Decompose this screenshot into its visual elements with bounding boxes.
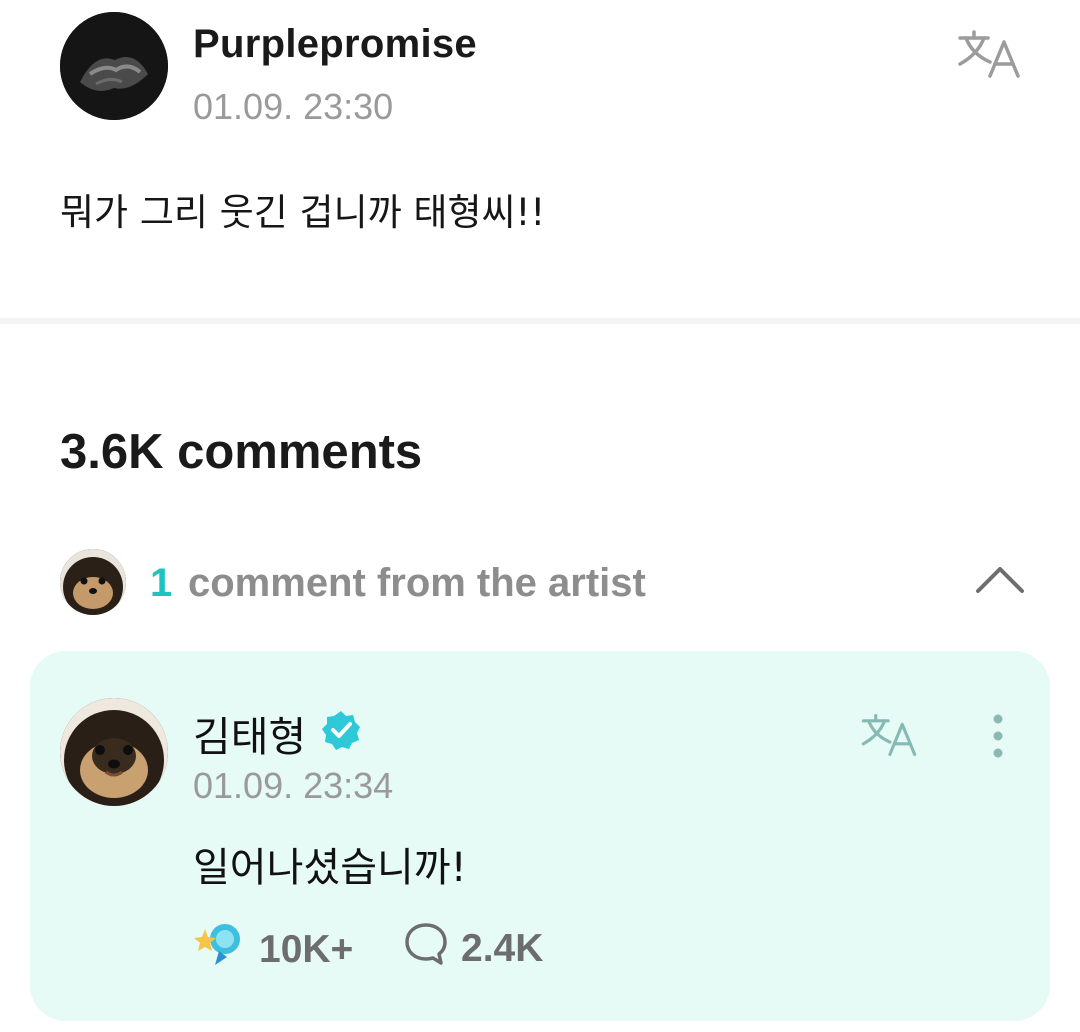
- like-button[interactable]: 10K+: [193, 921, 353, 979]
- artist-comment-card: 김태형 01.09. 23:34 일어나셨습니까! 10K+ 2.4K: [30, 651, 1050, 1021]
- reply-count: 2.4K: [461, 927, 544, 970]
- translate-icon[interactable]: [950, 24, 1028, 84]
- post-author-name[interactable]: Purplepromise: [193, 22, 477, 67]
- verified-badge-icon: [320, 709, 362, 751]
- like-count: 10K+: [259, 928, 354, 971]
- comments-count-heading: 3.6K comments: [60, 425, 423, 479]
- section-divider: [0, 318, 1080, 324]
- artist-comment-count: 1: [150, 561, 173, 605]
- post-body-text: 뭐가 그리 웃긴 겁니까 태형씨!!: [60, 191, 546, 234]
- translate-icon[interactable]: [856, 709, 922, 761]
- artist-comment-label: comment from the artist: [188, 561, 646, 605]
- post-author-avatar[interactable]: [60, 12, 168, 120]
- reply-button[interactable]: 2.4K: [403, 921, 543, 977]
- reply-bubble-icon: [403, 921, 449, 977]
- artist-avatar[interactable]: [60, 698, 168, 806]
- artist-comment-text: 일어나셨습니까!: [193, 845, 467, 891]
- cheer-icon: [193, 921, 247, 979]
- post-timestamp: 01.09. 23:30: [193, 86, 394, 127]
- artist-name[interactable]: 김태형: [193, 703, 306, 763]
- artist-mini-avatar: [60, 549, 126, 615]
- artist-comments-toggle[interactable]: 1 comment from the artist: [0, 545, 1080, 621]
- more-vertical-icon[interactable]: [982, 711, 1014, 763]
- artist-comment-timestamp: 01.09. 23:34: [193, 765, 394, 806]
- chevron-up-icon[interactable]: [970, 557, 1030, 601]
